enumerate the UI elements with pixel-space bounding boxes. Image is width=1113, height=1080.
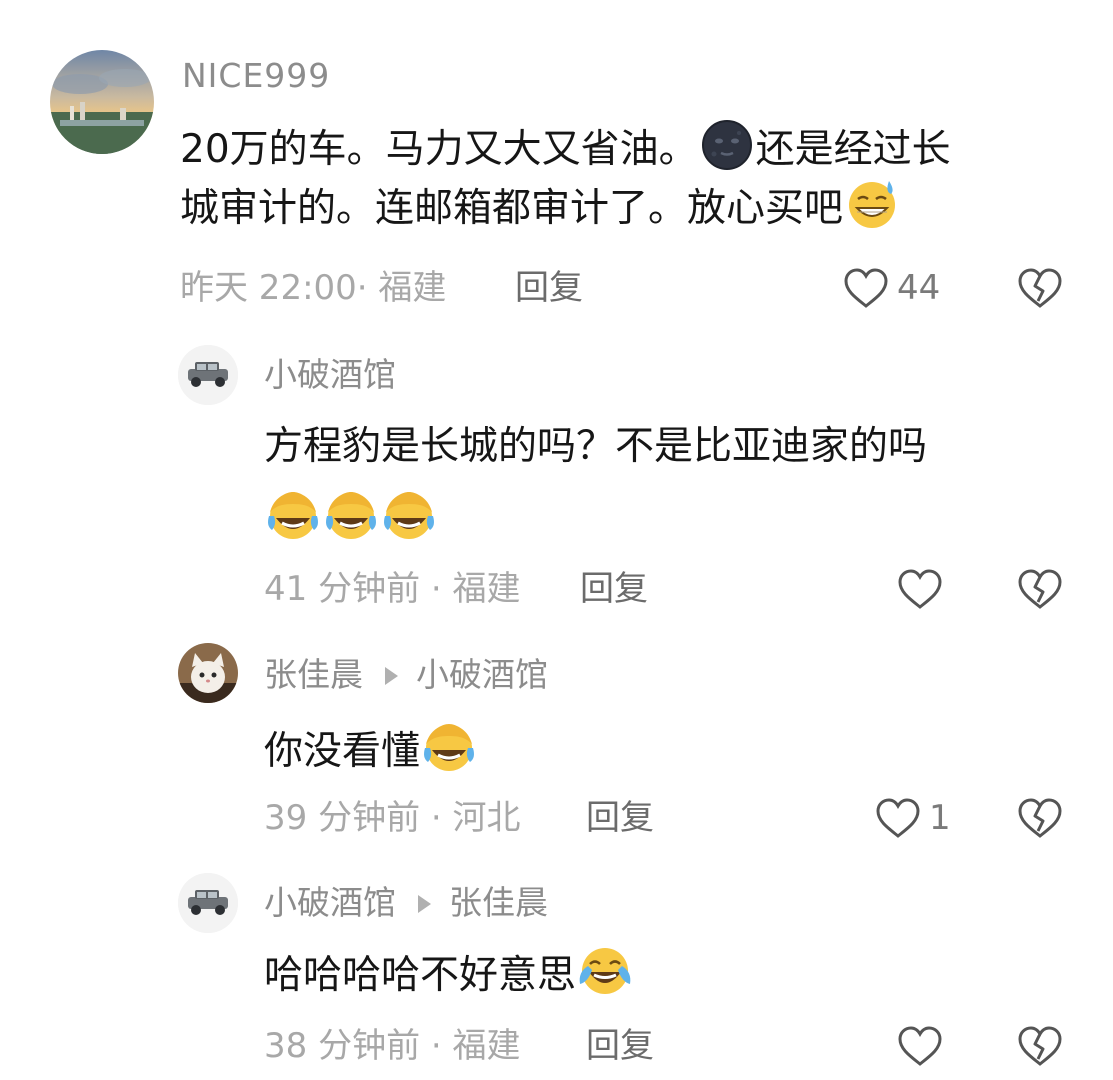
- comment-meta: 昨天 22:00· 福建: [180, 268, 447, 308]
- grinning-sweat-face-icon: [845, 177, 899, 231]
- comment-text: 20万的车。马力又大又省油。 还是经过长 城审计的。连邮箱都审计了。放心买吧: [180, 118, 1060, 236]
- comment-username-line: 小破酒馆 张佳晨: [264, 883, 548, 923]
- new-moon-face-icon: [700, 118, 754, 172]
- like-heart-icon[interactable]: [896, 1024, 944, 1068]
- comment-text: 你没看懂: [264, 720, 478, 779]
- comment-text-line: 你没看懂: [264, 729, 421, 774]
- reply-arrow-icon: [385, 666, 398, 685]
- avatar-car[interactable]: [178, 873, 238, 933]
- dislike-broken-heart-icon[interactable]: [1016, 266, 1064, 310]
- emoji-row: [264, 488, 438, 542]
- face-with-tears-of-joy-icon: [578, 944, 632, 998]
- avatar-nice999[interactable]: [50, 50, 154, 154]
- comment-meta: 39 分钟前 · 河北: [264, 798, 521, 838]
- dislike-broken-heart-icon[interactable]: [1016, 796, 1064, 840]
- comment-text-line: 20万的车。马力又大又省油。: [180, 127, 698, 172]
- face-with-tears-covering-eyes-icon: [266, 488, 320, 542]
- comment-username[interactable]: 张佳晨: [264, 655, 363, 694]
- reply-button[interactable]: 回复: [515, 268, 583, 308]
- comment-text: 哈哈哈哈不好意思: [264, 944, 634, 1003]
- reply-button[interactable]: 回复: [580, 569, 648, 609]
- reply-to-username[interactable]: 张佳晨: [449, 883, 548, 922]
- comment-text-line: 城审计的。连邮箱都审计了。放心买吧: [180, 186, 844, 231]
- reply-to-username[interactable]: 小破酒馆: [416, 655, 548, 694]
- like-heart-icon[interactable]: [842, 266, 890, 310]
- reply-arrow-icon: [418, 894, 431, 913]
- face-with-tears-covering-eyes-icon: [324, 488, 378, 542]
- comment-text-line: 还是经过长: [755, 127, 951, 172]
- avatar-cat[interactable]: [178, 643, 238, 703]
- dislike-broken-heart-icon[interactable]: [1016, 567, 1064, 611]
- face-with-tears-covering-eyes-icon: [422, 720, 476, 774]
- comment-text-line: 哈哈哈哈不好意思: [264, 953, 577, 998]
- dislike-broken-heart-icon[interactable]: [1016, 1024, 1064, 1068]
- comment-username[interactable]: NICE999: [182, 56, 330, 96]
- like-count: 44: [897, 268, 941, 308]
- comment-text: 方程豹是长城的吗？不是比亚迪家的吗: [264, 424, 928, 469]
- comment-username[interactable]: 小破酒馆: [264, 355, 396, 395]
- reply-button[interactable]: 回复: [586, 1026, 654, 1066]
- avatar-car[interactable]: [178, 345, 238, 405]
- reply-button[interactable]: 回复: [586, 798, 654, 838]
- comment-username[interactable]: 小破酒馆: [264, 883, 396, 922]
- comment-meta: 38 分钟前 · 福建: [264, 1026, 521, 1066]
- comment-meta: 41 分钟前 · 福建: [264, 569, 521, 609]
- like-heart-icon[interactable]: [874, 796, 922, 840]
- like-heart-icon[interactable]: [896, 567, 944, 611]
- comment-username-line: 张佳晨 小破酒馆: [264, 655, 548, 695]
- like-count: 1: [929, 798, 951, 838]
- face-with-tears-covering-eyes-icon: [382, 488, 436, 542]
